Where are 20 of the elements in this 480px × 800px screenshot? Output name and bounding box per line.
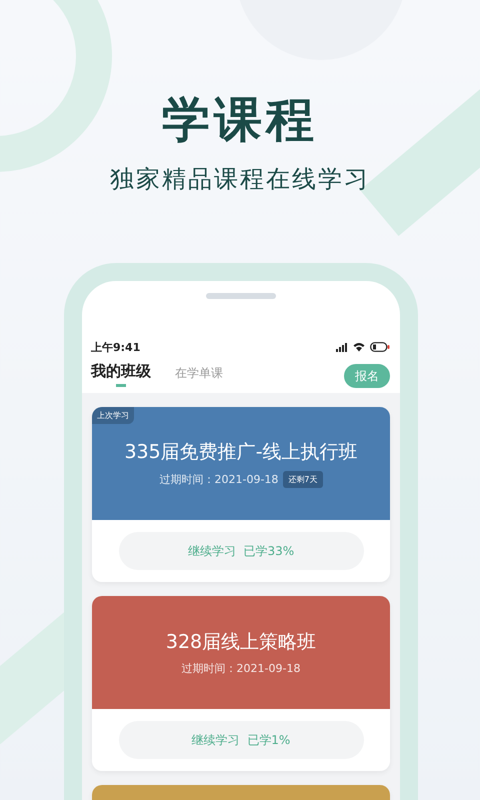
- class-title: 335届免费推广-线上执行班: [124, 440, 358, 465]
- class-title: 328届线上策略班: [166, 630, 316, 655]
- expiry-date: 过期时间：2021-09-18: [182, 661, 300, 676]
- enroll-button[interactable]: 报名: [344, 364, 390, 388]
- tab[interactable]: 在学单课: [175, 364, 223, 388]
- status-time: 上午9:41: [91, 340, 140, 354]
- class-card[interactable]: 328届线上策略班 过期时间：2021-09-18 继续学习 已学1%: [92, 596, 390, 771]
- speaker-bar: [206, 293, 276, 299]
- signal-icon: [336, 342, 348, 352]
- subtitle: 独家精品课程在线学习: [110, 164, 370, 194]
- wifi-icon: [353, 342, 365, 352]
- headline: 学课程: [162, 92, 318, 148]
- tab[interactable]: 我的班级: [91, 362, 151, 390]
- expiry-date: 过期时间：2021-09-18: [159, 472, 278, 487]
- remaining-badge: 还剩7天: [283, 471, 323, 488]
- tag: 上次学习: [92, 407, 134, 424]
- class-card[interactable]: 上次学习 335届免费推广-线上执行班 过期时间：2021-09-18 还剩7天 继续学习 已学33%: [92, 407, 390, 582]
- battery-icon: [370, 342, 390, 352]
- continue-button[interactable]: 继续学习 已学1%: [118, 721, 364, 759]
- continue-button[interactable]: 继续学习 已学33%: [118, 532, 364, 570]
